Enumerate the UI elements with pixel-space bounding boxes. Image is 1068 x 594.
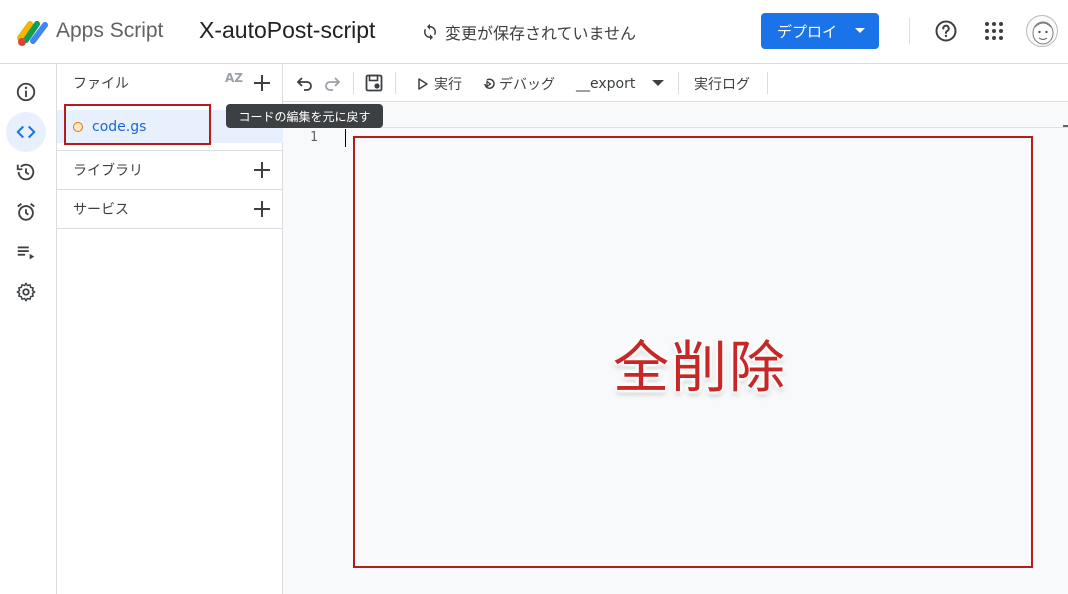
save-status-text: 変更が保存されていません <box>445 24 637 43</box>
execution-log-button[interactable]: 実行ログ <box>694 74 750 94</box>
top-header: Apps Script X-autoPost-script 変更が保存されていま… <box>0 0 1068 64</box>
section-divider <box>57 228 283 229</box>
help-icon[interactable] <box>934 19 958 43</box>
info-icon <box>16 82 36 102</box>
save-icon[interactable] <box>364 73 384 93</box>
apps-script-editor: Apps Script X-autoPost-script 変更が保存されていま… <box>0 0 1068 594</box>
toolbar-divider <box>767 72 768 94</box>
redo-icon[interactable] <box>322 73 342 93</box>
libraries-section-header[interactable]: ライブラリ <box>57 151 283 189</box>
undo-icon[interactable] <box>295 73 315 93</box>
sync-icon <box>424 23 436 41</box>
apps-script-logo[interactable] <box>16 16 50 48</box>
debug-icon <box>484 78 495 89</box>
alarm-clock-icon <box>17 203 35 221</box>
rail-triggers[interactable] <box>6 192 46 232</box>
files-section-header: ファイル AZ <box>57 64 283 102</box>
editor-ruler <box>343 127 1068 128</box>
annotation-label: 全削除 <box>613 336 787 401</box>
editor-toolbar: 実行 デバッグ __export 実行ログ <box>283 64 1068 102</box>
chevron-down-icon <box>855 28 865 33</box>
toolbar-divider <box>395 72 396 94</box>
brand-name[interactable]: Apps Script <box>56 19 163 43</box>
toolbar-divider <box>678 72 679 94</box>
services-section-header[interactable]: サービス <box>57 190 283 228</box>
code-editor[interactable]: 1 全削除 <box>283 103 1068 594</box>
toolbar-divider <box>353 72 354 94</box>
left-rail <box>0 64 57 594</box>
playlist-play-icon <box>17 246 35 260</box>
rail-editor[interactable] <box>6 112 46 152</box>
add-file-icon[interactable] <box>251 72 273 94</box>
debug-label: デバッグ <box>499 77 555 93</box>
run-label: 実行 <box>434 77 462 93</box>
rail-settings[interactable] <box>6 272 46 312</box>
add-library-icon[interactable] <box>251 159 273 181</box>
save-status: 変更が保存されていません <box>421 20 636 44</box>
history-icon <box>16 163 35 181</box>
run-button[interactable]: 実行 <box>416 74 462 94</box>
chevron-down-icon[interactable] <box>652 80 664 86</box>
execution-log-label: 実行ログ <box>694 77 750 93</box>
deploy-button[interactable]: デプロイ <box>761 13 879 49</box>
line-number: 1 <box>310 130 318 145</box>
text-cursor <box>345 129 346 147</box>
project-title[interactable]: X-autoPost-script <box>199 17 375 44</box>
rail-executions[interactable] <box>6 232 46 272</box>
file-highlight-box <box>64 104 211 145</box>
add-service-icon[interactable] <box>251 198 273 220</box>
files-panel: ファイル AZ code.gs ライブラリ サービス <box>57 64 283 594</box>
function-select[interactable]: __export <box>576 76 635 92</box>
undo-tooltip: コードの編集を元に戻す <box>226 104 383 128</box>
gear-icon <box>16 282 36 302</box>
debug-button[interactable]: デバッグ <box>481 74 555 94</box>
deploy-label: デプロイ <box>777 22 838 41</box>
header-divider <box>909 18 910 44</box>
apps-grid-icon[interactable] <box>984 21 1004 41</box>
avatar-face-icon <box>1032 21 1054 45</box>
play-icon <box>418 78 428 90</box>
services-label: サービス <box>73 202 129 218</box>
files-label: ファイル <box>73 76 129 92</box>
editor-ruler-mark <box>1063 125 1068 127</box>
libraries-label: ライブラリ <box>73 163 143 179</box>
code-icon <box>16 125 36 139</box>
rail-history[interactable] <box>6 152 46 192</box>
avatar[interactable] <box>1026 15 1058 47</box>
rail-overview[interactable] <box>6 72 46 112</box>
sort-az-icon[interactable]: AZ <box>225 72 243 84</box>
